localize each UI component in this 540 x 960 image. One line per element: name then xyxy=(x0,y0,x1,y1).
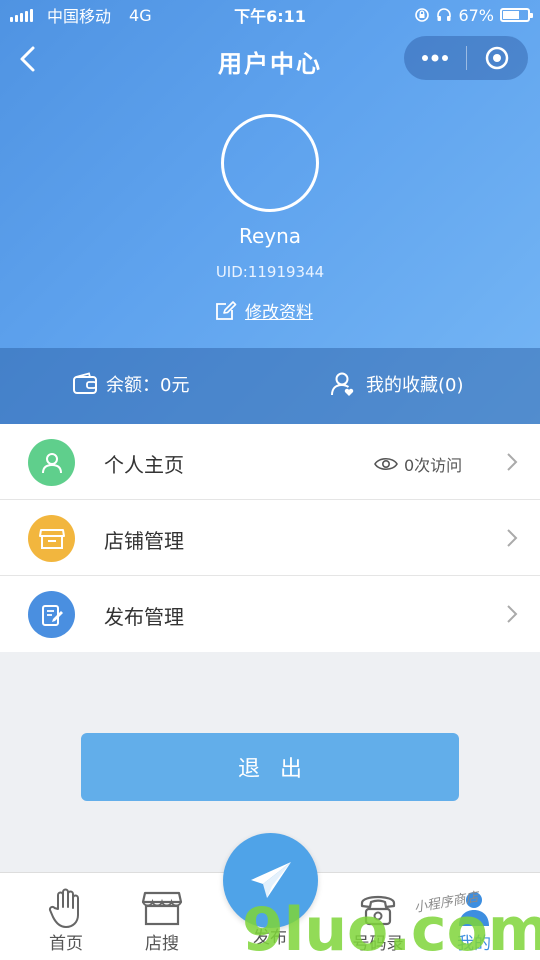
edit-profile-label: 修改资料 xyxy=(245,303,313,323)
more-dots-icon xyxy=(421,54,448,62)
chevron-right-icon xyxy=(507,605,518,623)
chevron-right-icon xyxy=(507,529,518,547)
avatar[interactable] xyxy=(221,114,319,212)
edit-icon xyxy=(216,300,237,320)
visit-count-label: 0次访问 xyxy=(404,456,463,475)
menu-item-publish-management[interactable]: 发布管理 xyxy=(0,576,540,652)
miniprogram-capsule xyxy=(404,36,528,80)
tab-label: 首页 xyxy=(49,934,83,954)
hand-icon xyxy=(48,888,79,928)
tab-home[interactable]: 首页 xyxy=(26,887,106,954)
user-icon xyxy=(459,892,489,926)
more-button[interactable] xyxy=(404,36,466,80)
phone-icon xyxy=(360,895,396,926)
menu-item-personal-homepage[interactable]: 个人主页 0次访问 xyxy=(0,424,540,500)
username: Reyna xyxy=(238,224,302,248)
close-miniprogram-button[interactable] xyxy=(467,36,529,80)
menu-item-label: 发布管理 xyxy=(104,605,184,629)
battery-percent: 67% xyxy=(458,5,494,25)
visit-count: 0次访问 xyxy=(374,452,462,476)
tab-phone-directory[interactable]: 号码录 xyxy=(338,887,418,954)
account-bar: 余额：0元 我的收藏(0) xyxy=(0,348,540,424)
store-icon xyxy=(28,515,75,562)
favorites-item[interactable]: 我的收藏(0) xyxy=(330,371,464,397)
menu-item-label: 店铺管理 xyxy=(104,529,184,553)
publish-button[interactable] xyxy=(223,833,318,928)
user-favorite-icon xyxy=(331,372,354,396)
paper-plane-icon xyxy=(250,861,291,898)
person-icon xyxy=(28,439,75,486)
chevron-right-icon xyxy=(507,453,518,471)
carrier-label: 中国移动 xyxy=(47,7,112,26)
tab-label: 店搜 xyxy=(145,934,179,954)
tab-label: 号码录 xyxy=(352,934,404,954)
eye-icon xyxy=(374,457,398,471)
favorites-label: 我的收藏(0) xyxy=(366,375,464,396)
balance-item[interactable]: 余额：0元 xyxy=(72,371,189,397)
orientation-lock-icon xyxy=(415,8,430,22)
status-bar: 中国移动 4G 下午6:11 67% xyxy=(0,0,540,30)
tab-mine[interactable]: 我的 xyxy=(434,887,514,954)
menu-list: 个人主页 0次访问 店铺管理 发布管理 xyxy=(0,424,540,652)
nav-bar: 用户中心 xyxy=(0,30,540,88)
battery-icon xyxy=(500,8,533,22)
logout-button[interactable]: 退出 xyxy=(81,733,459,801)
tab-store-search[interactable]: 店搜 xyxy=(122,887,202,954)
headphones-icon xyxy=(437,8,452,21)
network-label: 4G xyxy=(129,5,152,25)
balance-label: 余额：0元 xyxy=(106,375,190,396)
user-id: UID:11919344 xyxy=(215,263,325,281)
edit-profile-link[interactable]: 修改资料 xyxy=(215,298,313,323)
edit-document-icon xyxy=(28,591,75,638)
store-icon xyxy=(141,891,183,926)
target-icon xyxy=(486,46,509,70)
signal-icon xyxy=(10,8,33,22)
menu-item-store-management[interactable]: 店铺管理 xyxy=(0,500,540,576)
wallet-icon xyxy=(73,372,97,394)
tab-label: 我的 xyxy=(457,934,491,954)
menu-item-label: 个人主页 xyxy=(104,453,184,477)
